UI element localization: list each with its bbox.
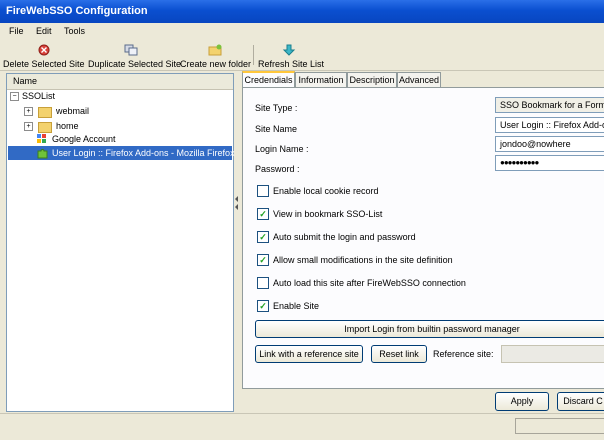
reference-site-field	[501, 345, 604, 363]
login-name-input[interactable]: jondoo@nowhere	[495, 136, 604, 152]
password-label: Password :	[255, 164, 300, 174]
site-type-select[interactable]: SSO Bookmark for a Form	[495, 97, 604, 113]
login-name-label: Login Name :	[255, 144, 309, 154]
collapse-icon[interactable]: −	[10, 92, 19, 101]
expand-icon[interactable]: +	[24, 107, 33, 116]
enable-site-checkbox[interactable]: ✓	[257, 300, 269, 312]
credentials-panel: Site Type : SSO Bookmark for a Form Site…	[242, 87, 604, 389]
tree-folder-label: webmail	[56, 106, 90, 116]
duplicate-site-button[interactable]: Duplicate Selected Site	[88, 42, 181, 69]
folder-icon	[38, 122, 52, 133]
reset-link-label: Reset link	[379, 349, 419, 359]
tree-site-selected[interactable]: User Login :: Firefox Add-ons - Mozilla …	[8, 146, 235, 160]
pane-splitter[interactable]	[234, 73, 240, 410]
tab-label: Credendials	[244, 75, 293, 85]
new-folder-icon	[208, 44, 222, 56]
folder-icon	[38, 107, 52, 118]
local-cookie-checkbox[interactable]	[257, 185, 269, 197]
view-bookmark-checkbox[interactable]: ✓	[257, 208, 269, 220]
password-input[interactable]: ●●●●●●●●●●	[495, 155, 604, 171]
auto-load-label: Auto load this site after FireWebSSO con…	[273, 278, 466, 288]
tree-folder-label: home	[56, 121, 79, 131]
tree-root-label: SSOList	[22, 91, 56, 101]
login-name-value: jondoo@nowhere	[500, 139, 571, 149]
tree-column-header[interactable]: Name	[7, 74, 233, 90]
toolbar: Delete Selected Site Duplicate Selected …	[0, 40, 604, 71]
tab-label: Description	[349, 75, 395, 85]
tab-description[interactable]: Description	[347, 72, 397, 87]
site-name-input[interactable]: User Login :: Firefox Add-o	[495, 117, 604, 133]
tree-site-label: User Login :: Firefox Add-ons - Mozilla …	[52, 148, 235, 158]
site-type-value: SSO Bookmark for a Form	[500, 100, 604, 110]
password-value: ●●●●●●●●●●	[500, 158, 539, 167]
import-login-label: Import Login from builtin password manag…	[344, 324, 520, 334]
menu-edit[interactable]: Edit	[36, 26, 52, 36]
site-type-label: Site Type :	[255, 103, 298, 113]
tab-information[interactable]: Information	[295, 72, 347, 87]
tree-column-name: Name	[13, 76, 38, 86]
google-icon	[37, 134, 46, 143]
app-window: FireWebSSO Configuration File Edit Tools…	[0, 0, 604, 440]
apply-label: Apply	[510, 396, 534, 406]
duplicate-icon	[124, 44, 138, 56]
discard-label: Discard C	[563, 396, 603, 406]
delete-icon	[38, 44, 50, 56]
menu-tools[interactable]: Tools	[64, 26, 85, 36]
small-mods-checkbox[interactable]: ✓	[257, 254, 269, 266]
tab-label: Information	[298, 75, 344, 85]
status-bar	[0, 413, 604, 440]
import-login-button[interactable]: Import Login from builtin password manag…	[255, 320, 604, 338]
local-cookie-label: Enable local cookie record	[273, 186, 379, 196]
small-mods-label: Allow small modifications in the site de…	[273, 255, 453, 265]
site-tree-panel: Name − SSOList + webmail + home Google A…	[6, 73, 235, 412]
toolbar-separator	[253, 45, 254, 65]
delete-site-label: Delete Selected Site	[3, 59, 85, 69]
tab-advanced[interactable]: Advanced	[397, 72, 441, 87]
splitter-arrows-icon	[235, 196, 238, 210]
expand-icon[interactable]: +	[24, 122, 33, 131]
menu-bar: File Edit Tools	[0, 23, 604, 40]
delete-site-button[interactable]: Delete Selected Site	[3, 42, 85, 69]
create-folder-label: Create new folder	[180, 59, 252, 69]
refresh-list-button[interactable]: Refresh Site List	[258, 42, 324, 69]
reset-link-button[interactable]: Reset link	[371, 345, 427, 363]
create-folder-button[interactable]: Create new folder	[180, 42, 252, 69]
tab-label: Advanced	[398, 75, 440, 85]
auto-submit-checkbox[interactable]: ✓	[257, 231, 269, 243]
addon-puzzle-icon	[37, 149, 48, 159]
refresh-list-label: Refresh Site List	[258, 59, 325, 69]
link-reference-button[interactable]: Link with a reference site	[255, 345, 363, 363]
duplicate-site-label: Duplicate Selected Site	[88, 59, 182, 69]
view-bookmark-label: View in bookmark SSO-List	[273, 209, 383, 219]
menu-file[interactable]: File	[9, 26, 24, 36]
refresh-arrow-icon	[282, 44, 296, 56]
reference-site-label: Reference site:	[433, 349, 494, 359]
title-bar[interactable]: FireWebSSO Configuration	[0, 0, 604, 23]
site-name-value: User Login :: Firefox Add-o	[500, 120, 604, 130]
tree-site-label: Google Account	[52, 134, 116, 144]
auto-submit-label: Auto submit the login and password	[273, 232, 416, 242]
apply-button[interactable]: Apply	[495, 392, 549, 411]
window-title: FireWebSSO Configuration	[6, 5, 148, 17]
status-panel	[515, 418, 604, 434]
discard-button[interactable]: Discard C	[557, 392, 604, 411]
site-name-label: Site Name	[255, 124, 298, 134]
enable-site-label: Enable Site	[273, 301, 320, 311]
auto-load-checkbox[interactable]	[257, 277, 269, 289]
link-reference-label: Link with a reference site	[259, 349, 359, 359]
